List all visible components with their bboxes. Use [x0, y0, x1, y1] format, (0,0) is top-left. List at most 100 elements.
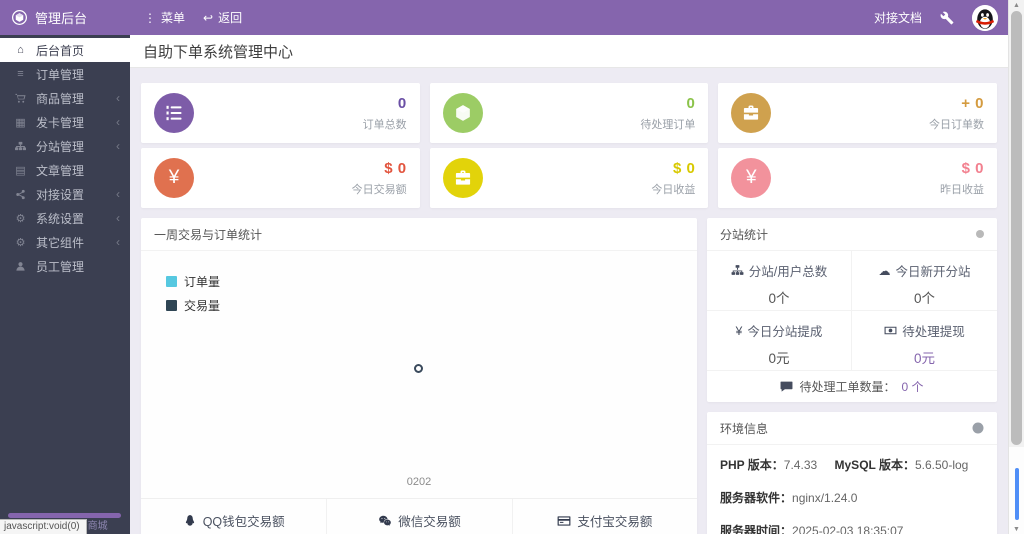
time-value: 2025-02-03 18:35:07: [792, 524, 904, 534]
sidebar-item-articles[interactable]: ▤ 文章管理: [0, 158, 130, 182]
php-label: PHP 版本：: [720, 458, 784, 472]
php-value: 7.4.33: [783, 458, 818, 472]
sidebar-item-substations[interactable]: 分站管理 ‹: [0, 134, 130, 158]
briefcase-icon: [442, 158, 483, 198]
lower-columns: 一周交易与订单统计 订单量 交易量 0202 QQ钱包交易额 微信交易额 支付宝…: [141, 218, 997, 534]
pay-label-row: 支付宝交易额: [513, 511, 697, 530]
stat-card-yesterday-profit: ¥ $ 0 昨日收益: [718, 148, 997, 208]
sidebar-item-cards[interactable]: ▦ 发卡管理 ‹: [0, 110, 130, 134]
stat-value: + 0: [961, 94, 984, 112]
line-chart: 订单量 交易量 0202 QQ钱包交易额 微信交易额 支付宝交易额: [141, 251, 697, 534]
time-label: 服务器时间：: [720, 524, 793, 534]
cube-logo-icon: [12, 10, 27, 25]
stat-card-total-orders: 0 订单总数: [141, 83, 420, 143]
sidebar-item-label: 系统设置: [36, 211, 85, 226]
sidebar-item-products[interactable]: 商品管理 ‹: [0, 86, 130, 110]
card-icon: [557, 515, 571, 526]
wechat-icon: [379, 515, 392, 526]
doc-link[interactable]: 对接文档: [874, 9, 922, 26]
stat-label: 待处理订单: [640, 118, 696, 131]
sub-value: 0个: [768, 291, 790, 306]
sidebar-menu: ⌂ 后台首页 ≡ 订单管理 商品管理 ‹ ▦ 发卡管理 ‹ 分站管理 ‹ ▤ 文…: [0, 35, 130, 278]
info-icon: [972, 422, 984, 434]
legend-swatch: [166, 276, 177, 287]
sub-label-row: ¥ 今日分站提成: [707, 321, 851, 340]
scrollbar-down-icon[interactable]: ▼: [1009, 526, 1024, 533]
sidebar-item-label: 分站管理: [36, 139, 85, 154]
legend-swatch: [166, 300, 177, 311]
stat-value: $ 0: [961, 159, 984, 177]
substation-cell-total: 分站/用户总数 0个: [707, 251, 852, 311]
x-axis-tick: 0202: [406, 476, 432, 488]
brand-title: 管理后台: [35, 11, 88, 26]
chevron-left-icon: ‹: [116, 187, 120, 201]
menu-label: 菜单: [161, 11, 186, 25]
stat-card-right: $ 0 昨日收益: [940, 160, 984, 197]
substation-grid: 分站/用户总数 0个 ☁ 今日新开分站 0个 ¥ 今日分站提成 0元 待处理提现…: [707, 251, 997, 371]
sub-label: 分站/用户总数: [748, 265, 828, 279]
environment-body: PHP 版本：7.4.33 MySQL 版本：5.6.50-log 服务器软件：…: [707, 445, 997, 534]
sidebar-item-home[interactable]: ⌂ 后台首页: [0, 38, 130, 62]
substation-panel-header: 分站统计: [707, 218, 997, 251]
tickets-label: 待处理工单数量：: [799, 380, 896, 394]
chart-panel-header: 一周交易与订单统计: [141, 218, 697, 251]
weekly-chart-panel: 一周交易与订单统计 订单量 交易量 0202 QQ钱包交易额 微信交易额 支付宝…: [141, 218, 697, 534]
sidebar-item-label: 对接设置: [36, 187, 85, 202]
inner-scrollbar-thumb[interactable]: [1015, 468, 1019, 520]
stat-label: 昨日收益: [939, 183, 984, 196]
sidebar-item-orders[interactable]: ≡ 订单管理: [0, 62, 130, 86]
substation-cell-withdrawals: 待处理提现 0元: [852, 311, 997, 371]
brand[interactable]: 管理后台: [0, 8, 130, 27]
sidebar-item-label: 发卡管理: [36, 115, 85, 130]
legend-item-orders[interactable]: 订单量: [166, 273, 220, 290]
data-point: [414, 364, 423, 373]
pay-label: 微信交易额: [398, 515, 461, 529]
chevron-left-icon: ‹: [116, 139, 120, 153]
top-right: 对接文档: [874, 4, 1008, 31]
stat-card-today-volume: ¥ $ 0 今日交易额: [141, 148, 420, 208]
yen-icon: ¥: [735, 323, 743, 338]
stat-card-right: 0 订单总数: [363, 95, 407, 132]
env-row-server: 服务器软件：nginx/1.24.0: [720, 489, 984, 506]
scrollbar-up-icon[interactable]: ▲: [1009, 2, 1024, 9]
legend-label: 交易量: [184, 299, 221, 313]
sidebar-item-docking[interactable]: 对接设置 ‹: [0, 182, 130, 206]
wrench-icon[interactable]: [940, 11, 954, 25]
sidebar-item-system[interactable]: ⚙ 系统设置 ‹: [0, 206, 130, 230]
dots-vertical-icon: ⋮: [144, 10, 156, 25]
sub-value: 0元: [913, 351, 935, 366]
server-label: 服务器软件：: [720, 491, 793, 505]
page-title-bar: 自助下单系统管理中心: [130, 35, 1008, 68]
list-icon: ≡: [17, 68, 24, 80]
scrollbar-thumb[interactable]: [1011, 11, 1022, 445]
sidebar-item-label: 后台首页: [36, 43, 85, 58]
legend-item-volume[interactable]: 交易量: [166, 297, 220, 314]
chevron-left-icon: ‹: [116, 235, 120, 249]
browser-scrollbar[interactable]: ▲ ▼: [1008, 0, 1024, 534]
status-dot-icon: [976, 230, 984, 238]
table-grid-icon: ▦: [15, 116, 26, 129]
stat-cards: 0 订单总数 0 待处理订单 + 0 今日订单数 ¥ $ 0 今日交易额 $ 0…: [141, 83, 997, 208]
user-avatar[interactable]: [972, 4, 998, 31]
stat-card-right: $ 0 今日收益: [651, 160, 695, 197]
stat-label: 今日交易额: [351, 183, 407, 196]
browser-status-tooltip: javascript:void(0): [0, 519, 87, 534]
ordered-list-icon: [154, 93, 194, 133]
environment-panel: 环境信息 PHP 版本：7.4.33 MySQL 版本：5.6.50-log 服…: [707, 412, 997, 534]
briefcase-icon: [731, 93, 772, 133]
stat-label: 今日收益: [651, 183, 696, 196]
stat-card-pending-orders: 0 待处理订单: [429, 83, 709, 143]
chevron-left-icon: ‹: [116, 91, 120, 105]
stat-card-right: $ 0 今日交易额: [352, 160, 407, 197]
sidebar-item-components[interactable]: ⚙ 其它组件 ‹: [0, 230, 130, 254]
sidebar-item-label: 商品管理: [36, 91, 85, 106]
stat-card-today-profit: $ 0 今日收益: [429, 148, 709, 208]
cube-icon: [442, 93, 483, 133]
menu-toggle[interactable]: ⋮ 菜单: [144, 9, 185, 26]
cart-icon: [14, 93, 27, 104]
sidebar-item-staff[interactable]: 员工管理: [0, 254, 130, 278]
yen-icon: ¥: [731, 158, 772, 198]
share-nodes-icon: [14, 189, 27, 200]
back-button[interactable]: ↩ 返回: [203, 9, 242, 26]
payment-totals-row: QQ钱包交易额 0元 微信交易额 0元: [141, 498, 697, 534]
